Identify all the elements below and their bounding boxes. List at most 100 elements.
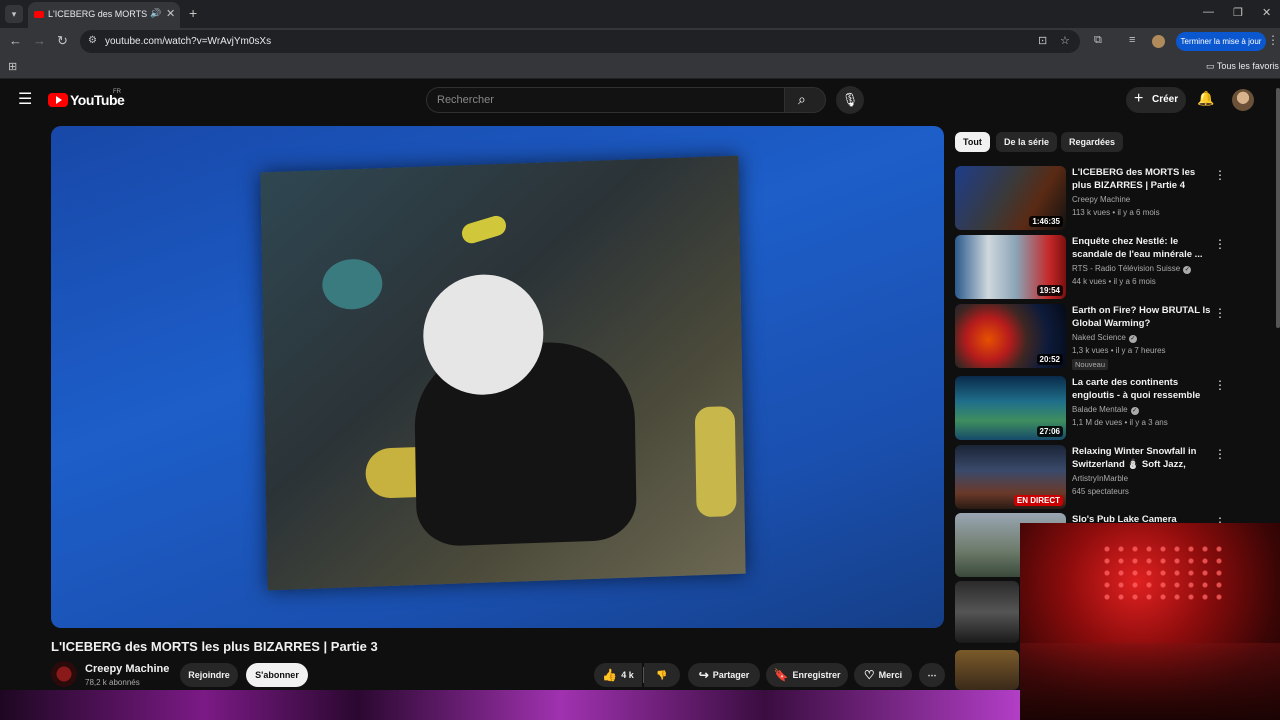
channel-avatar[interactable] — [51, 661, 77, 687]
more-horizontal-icon: ⋯ — [927, 670, 937, 680]
browser-profile-avatar[interactable] — [1152, 35, 1165, 48]
site-info-icon[interactable]: ⚙ — [88, 35, 97, 46]
extensions-icon[interactable]: ⧉ — [1094, 34, 1102, 47]
url-text: youtube.com/watch?v=WrAvjYm0sXs — [105, 36, 272, 47]
thanks-button[interactable]: ♡ Merci — [854, 663, 912, 687]
page-scrollbar[interactable] — [1276, 88, 1280, 328]
new-badge: Nouveau — [1072, 359, 1109, 370]
back-arrow-icon[interactable]: ← — [9, 33, 22, 48]
forward-arrow-icon[interactable]: → — [33, 33, 46, 48]
recommendation-meta: 113 k vues • il y a 6 mois — [1072, 208, 1160, 217]
chip-watched[interactable]: Regardées — [1061, 132, 1124, 152]
recommendation-meta: 1,1 M de vues • il y a 3 ans — [1072, 418, 1168, 427]
share-button[interactable]: ↪ Partager — [688, 663, 760, 687]
search-placeholder: Rechercher — [437, 94, 494, 106]
video-thumbnail[interactable]: 20:52 — [955, 304, 1066, 368]
speaker-icon[interactable]: 🔊 — [150, 8, 161, 19]
more-vertical-icon[interactable]: ⋮ — [1214, 168, 1226, 182]
recommendation-title[interactable]: Earth on Fire? How BRUTAL Is Global Warm… — [1072, 304, 1212, 330]
like-button[interactable]: 👍 4 k — [594, 663, 642, 687]
overlay-bottom-strip — [0, 690, 1020, 720]
tab-search-chevron-icon[interactable]: ▾ — [5, 5, 23, 23]
video-player[interactable] — [51, 126, 944, 628]
verified-check-icon: ✓ — [1130, 407, 1139, 415]
recommendation-title[interactable]: Enquête chez Nestlé: le scandale de l'ea… — [1072, 235, 1212, 261]
recommendation-channel[interactable]: Naked Science ✓ — [1072, 333, 1137, 343]
video-thumbnail[interactable] — [955, 650, 1019, 690]
media-controls-icon[interactable]: ≡ — [1129, 34, 1135, 46]
recommendation-meta: 1,3 k vues • il y a 7 heures — [1072, 346, 1166, 355]
more-vertical-icon[interactable]: ⋮ — [1214, 378, 1226, 392]
new-tab-icon[interactable]: + — [189, 5, 197, 21]
all-bookmarks-folder[interactable]: ▭ Tous les favoris — [1206, 61, 1279, 72]
chip-all[interactable]: Tout — [955, 132, 990, 152]
maximize-icon[interactable]: ❐ — [1233, 6, 1243, 19]
join-button[interactable]: Rejoindre — [180, 663, 238, 687]
subscriber-count: 78,2 k abonnés — [85, 678, 140, 687]
notifications-bell-icon[interactable]: 🔔 — [1197, 90, 1214, 107]
share-label: Partager — [712, 670, 750, 680]
video-scene-detail — [459, 213, 509, 246]
recommendation-channel[interactable]: RTS - Radio Télévision Suisse ✓ — [1072, 264, 1192, 274]
video-thumbnail[interactable] — [955, 581, 1019, 643]
recommendation-item[interactable]: 20:52 Earth on Fire? How BRUTAL Is Globa… — [955, 304, 1275, 370]
webcam-overlay — [1020, 523, 1280, 720]
recommendation-channel[interactable]: ArtistryInMarble — [1072, 474, 1128, 483]
save-label: Enregistrer — [792, 670, 841, 680]
channel-name[interactable]: Creepy Machine — [85, 663, 169, 675]
close-window-icon[interactable]: ✕ — [1262, 6, 1271, 19]
youtube-masthead: ☰ YouTube FR Rechercher ⌕ 🎙 + Créer 🔔 — [0, 80, 1280, 120]
video-thumbnail[interactable]: EN DIRECT — [955, 445, 1066, 509]
bookmarks-folder-label: Tous les favoris — [1216, 61, 1279, 71]
recommendation-item[interactable]: 19:54 Enquête chez Nestlé: le scandale d… — [955, 235, 1275, 299]
update-button[interactable]: Terminer la mise à jour — [1176, 32, 1266, 51]
recommendation-item[interactable]: EN DIRECT Relaxing Winter Snowfall in Sw… — [955, 445, 1275, 509]
youtube-logo-icon[interactable] — [48, 93, 68, 107]
super-thanks-icon: ♡ — [863, 668, 875, 682]
recommendation-title[interactable]: L'ICEBERG des MORTS les plus BIZARRES | … — [1072, 166, 1212, 192]
subscribe-button[interactable]: S'abonner — [246, 663, 308, 687]
country-code: FR — [113, 89, 121, 95]
search-input[interactable]: Rechercher — [426, 87, 784, 113]
recommendation-title[interactable]: Relaxing Winter Snowfall in Switzerland … — [1072, 445, 1212, 471]
apps-grid-icon[interactable]: ⊞ — [8, 60, 17, 73]
bookmarks-bar: ⊞ ▭ Tous les favoris — [0, 55, 1280, 79]
recommendation-item[interactable]: 27:06 La carte des continents engloutis … — [955, 376, 1275, 440]
video-thumbnail[interactable]: 19:54 — [955, 235, 1066, 299]
browser-tab-active[interactable]: L'ICEBERG des MORTS les plus BIZARRES | … — [28, 2, 180, 28]
duration-badge: 27:06 — [1036, 426, 1063, 437]
more-vertical-icon[interactable]: ⋮ — [1214, 306, 1226, 320]
more-actions-button[interactable]: ⋯ — [919, 663, 945, 687]
search-icon: ⌕ — [798, 91, 806, 107]
video-scene-detail — [694, 405, 737, 518]
duration-badge: 19:54 — [1036, 285, 1063, 296]
more-vertical-icon[interactable]: ⋮ — [1214, 237, 1226, 251]
live-badge: EN DIRECT — [1013, 495, 1063, 506]
dislike-button[interactable]: 👎 — [644, 663, 680, 687]
video-thumbnail[interactable]: 27:06 — [955, 376, 1066, 440]
bookmark-star-icon[interactable]: ☆ — [1060, 34, 1070, 47]
more-vertical-icon[interactable]: ⋮ — [1214, 447, 1226, 461]
like-count: 4 k — [621, 670, 634, 680]
address-bar[interactable]: ⚙ youtube.com/watch?v=WrAvjYm0sXs ⊡ ☆ — [80, 30, 1080, 53]
recommendation-item[interactable]: 1:46:35 L'ICEBERG des MORTS les plus BIZ… — [955, 166, 1275, 230]
recommendation-meta: 44 k vues • il y a 6 mois — [1072, 277, 1156, 286]
close-tab-icon[interactable]: ✕ — [166, 7, 175, 20]
share-icon: ↪ — [698, 668, 709, 682]
chip-series[interactable]: De la série — [996, 132, 1058, 152]
save-button[interactable]: 🔖 Enregistrer — [766, 663, 848, 687]
menu-hamburger-icon[interactable]: ☰ — [18, 92, 32, 108]
video-thumbnail[interactable]: 1:46:35 — [955, 166, 1066, 230]
recommendation-title[interactable]: La carte des continents engloutis - à qu… — [1072, 376, 1212, 402]
reload-icon[interactable]: ↻ — [57, 33, 68, 49]
voice-search-mic-icon[interactable]: 🎙 — [836, 86, 864, 114]
recommendation-channel[interactable]: Balade Mentale ✓ — [1072, 405, 1139, 415]
user-avatar[interactable] — [1232, 89, 1254, 111]
create-button[interactable]: + Créer — [1126, 87, 1186, 113]
minimize-icon[interactable]: — — [1203, 6, 1214, 18]
search-button[interactable]: ⌕ — [784, 87, 826, 113]
browser-menu-icon[interactable]: ⋮ — [1267, 33, 1279, 47]
recommendation-channel[interactable]: Creepy Machine — [1072, 195, 1130, 204]
browser-toolbar: ← → ↻ ⚙ youtube.com/watch?v=WrAvjYm0sXs … — [0, 28, 1280, 55]
install-app-icon[interactable]: ⊡ — [1038, 34, 1047, 47]
